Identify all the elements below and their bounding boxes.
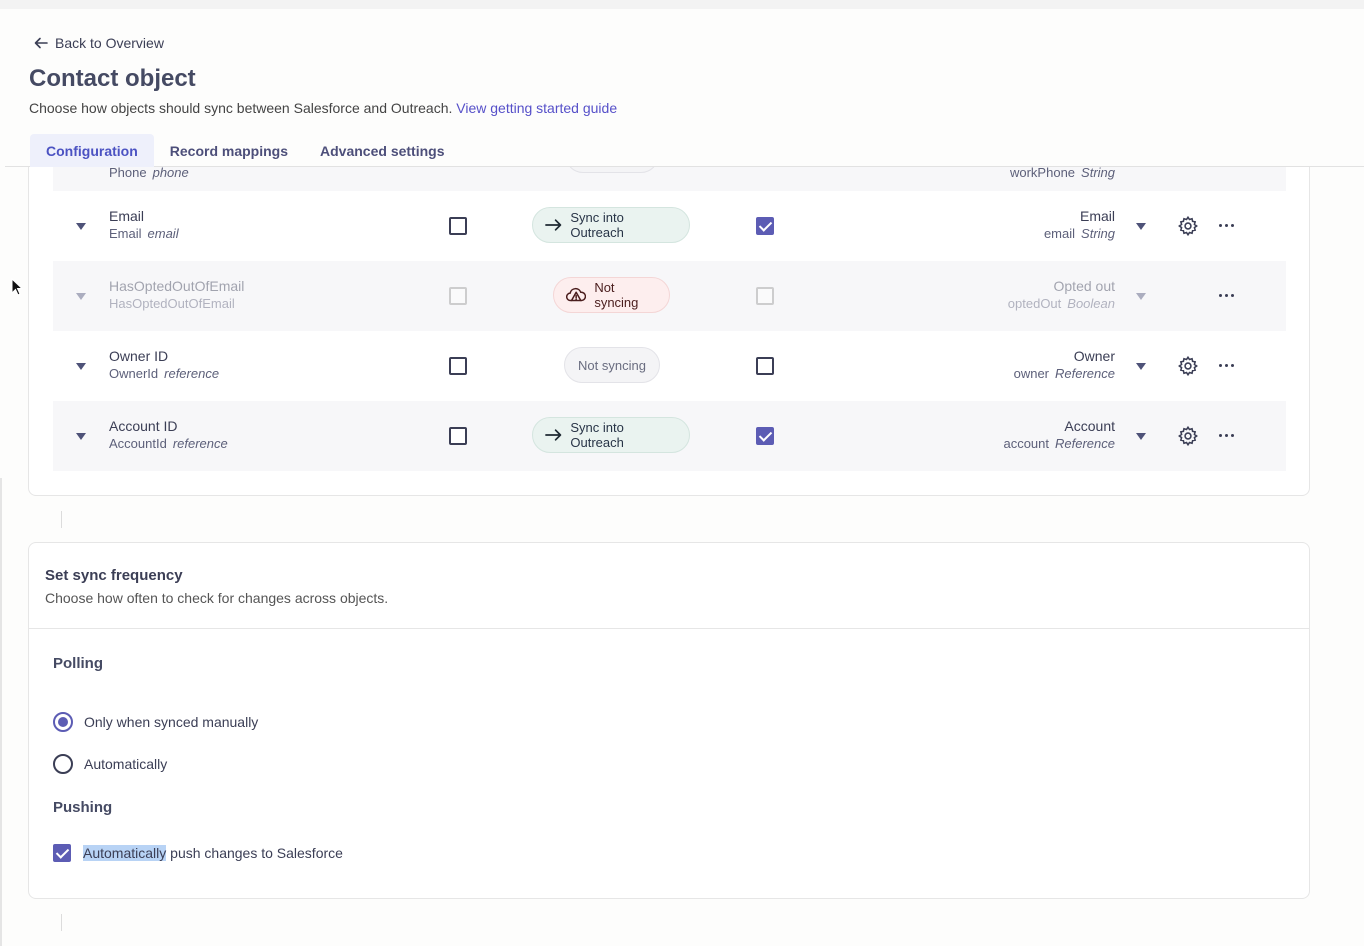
expand-caret-icon[interactable] — [76, 433, 86, 440]
section-connector — [61, 511, 62, 528]
target-checkbox[interactable] — [756, 287, 774, 305]
subtitle-text: Choose how objects should sync between S… — [29, 100, 453, 116]
cloud-warning-icon — [566, 287, 587, 302]
target-field-api: workPhone String — [1009, 165, 1115, 180]
table-row-email: Email Email email Sync into Outreach Emai… — [53, 191, 1286, 261]
sync-status-pill[interactable]: Not syncing — [553, 277, 670, 313]
radio-manual-label[interactable]: Only when synced manually — [84, 714, 258, 730]
page-title: Contact object — [29, 65, 196, 92]
sync-status-pill[interactable]: Sync into Outreach — [532, 417, 690, 453]
expand-caret-icon[interactable] — [76, 223, 86, 230]
selected-text: Automatically — [83, 845, 167, 861]
source-checkbox[interactable] — [449, 217, 467, 235]
target-field-api: account Reference — [1003, 436, 1115, 451]
section-connector — [61, 914, 62, 931]
target-dropdown-caret-icon[interactable] — [1136, 223, 1146, 230]
page-subtitle: Choose how objects should sync between S… — [29, 100, 617, 116]
getting-started-link[interactable]: View getting started guide — [456, 100, 617, 116]
arrow-right-icon — [545, 429, 562, 441]
source-checkbox[interactable] — [449, 357, 467, 375]
auto-push-checkbox[interactable] — [53, 844, 71, 862]
table-row-owner-id: Owner ID OwnerId reference Not syncing Ow… — [53, 331, 1286, 401]
tab-record-mappings[interactable]: Record mappings — [154, 134, 304, 167]
auto-push-label[interactable]: Automatically push changes to Salesforce — [83, 845, 343, 861]
page-header: Back to Overview Contact object Choose h… — [5, 9, 1364, 167]
table-row-hasoptedoutofemail: HasOptedOutOfEmail HasOptedOutOfEmail No… — [53, 261, 1286, 331]
field-api: OwnerId reference — [109, 366, 220, 381]
back-to-overview-link[interactable]: Back to Overview — [33, 35, 164, 51]
sync-status-pill[interactable]: Sync into Outreach — [532, 207, 690, 243]
gear-icon[interactable] — [1177, 215, 1199, 237]
card-title: Set sync frequency — [45, 567, 183, 584]
field-api: Email email — [109, 226, 179, 241]
tab-bar: Configuration Record mappings Advanced s… — [30, 134, 461, 167]
target-checkbox[interactable] — [756, 217, 774, 235]
target-field-api: email String — [1043, 226, 1115, 241]
polling-heading: Polling — [53, 655, 103, 672]
target-dropdown-caret-icon[interactable] — [1136, 363, 1146, 370]
field-label: Email — [109, 208, 145, 224]
table-row-account-id: Account ID AccountId reference Sync into … — [53, 401, 1286, 471]
target-field-label: Opted out — [1053, 278, 1116, 294]
mouse-cursor-icon — [11, 278, 23, 296]
target-field-api: owner Reference — [1013, 366, 1115, 381]
target-field-label: Account — [1064, 418, 1115, 434]
field-label: HasOptedOutOfEmail — [109, 278, 245, 294]
target-checkbox[interactable] — [756, 357, 774, 375]
radio-automatic[interactable] — [53, 754, 73, 774]
field-label: Owner ID — [109, 348, 169, 364]
arrow-left-icon — [34, 37, 48, 49]
gear-icon[interactable] — [1177, 425, 1199, 447]
field-api: HasOptedOutOfEmail — [109, 296, 235, 311]
gear-icon[interactable] — [1177, 355, 1199, 377]
tab-configuration[interactable]: Configuration — [30, 134, 154, 167]
card-subtitle: Choose how often to check for changes ac… — [45, 590, 389, 606]
card-header: Set sync frequency Choose how often to c… — [29, 543, 1309, 629]
field-api: Phone phone — [109, 165, 189, 180]
target-dropdown-caret-icon[interactable] — [1136, 293, 1146, 300]
left-edge-line — [0, 478, 2, 946]
pushing-heading: Pushing — [53, 799, 113, 816]
radio-manual[interactable] — [53, 712, 73, 732]
expand-caret-icon[interactable] — [76, 293, 86, 300]
target-dropdown-caret-icon[interactable] — [1136, 433, 1146, 440]
more-options-icon[interactable] — [1219, 434, 1234, 437]
top-strip — [0, 0, 1364, 9]
sync-status-pill[interactable]: Not syncing — [564, 347, 660, 383]
source-checkbox[interactable] — [449, 427, 467, 445]
tab-advanced-settings[interactable]: Advanced settings — [304, 134, 460, 167]
more-options-icon[interactable] — [1219, 294, 1234, 297]
expand-caret-icon[interactable] — [76, 363, 86, 370]
sync-frequency-card: Set sync frequency Choose how often to c… — [28, 542, 1310, 899]
more-options-icon[interactable] — [1219, 364, 1234, 367]
field-mappings-card: Phone phone workPhone String Email Email em… — [28, 121, 1310, 496]
arrow-right-icon — [545, 219, 562, 231]
target-field-label: Owner — [1073, 348, 1115, 364]
target-field-label: Email — [1079, 208, 1115, 224]
source-checkbox[interactable] — [449, 287, 467, 305]
more-options-icon[interactable] — [1219, 224, 1234, 227]
field-label: Account ID — [109, 418, 178, 434]
back-label: Back to Overview — [55, 35, 164, 51]
target-field-api: optedOut Boolean — [1007, 296, 1115, 311]
field-api: AccountId reference — [109, 436, 228, 451]
radio-automatic-label[interactable]: Automatically — [84, 756, 167, 772]
target-checkbox[interactable] — [756, 427, 774, 445]
